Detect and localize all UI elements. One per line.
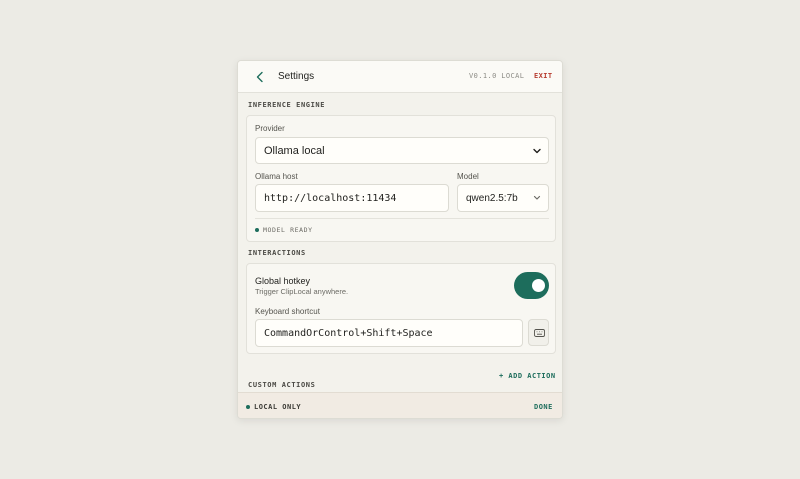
settings-header: Settings V0.1.0 LOCAL EXIT <box>238 61 562 93</box>
provider-select[interactable]: Ollama local <box>255 137 549 164</box>
chevron-left-icon <box>252 69 268 85</box>
provider-value: Ollama local <box>264 144 325 157</box>
version-label: V0.1.0 LOCAL <box>469 72 525 80</box>
settings-panel: Settings V0.1.0 LOCAL EXIT INFERENCE ENG… <box>237 60 563 419</box>
host-value: http://localhost:11434 <box>264 192 397 204</box>
chevron-down-icon <box>532 146 542 156</box>
exit-button[interactable]: EXIT <box>534 72 552 80</box>
done-button[interactable]: DONE <box>534 403 553 411</box>
toggle-knob <box>532 279 545 292</box>
interactions-card: Global hotkey Trigger ClipLocal anywhere… <box>246 263 556 354</box>
shortcut-input[interactable]: CommandOrControl+Shift+Space <box>255 319 523 347</box>
inference-card: Provider Ollama local Ollama host http:/… <box>246 115 556 242</box>
model-value: qwen2.5:7b <box>466 192 518 204</box>
model-status-text: MODEL READY <box>263 226 313 234</box>
back-button[interactable] <box>252 69 268 85</box>
hotkey-title: Global hotkey <box>255 276 311 286</box>
model-label: Model <box>457 172 479 181</box>
divider <box>255 218 549 219</box>
section-title-inference: INFERENCE ENGINE <box>248 101 326 109</box>
model-status: MODEL READY <box>255 226 313 234</box>
model-select[interactable]: qwen2.5:7b <box>457 184 549 212</box>
provider-label: Provider <box>255 124 285 133</box>
section-title-interactions: INTERACTIONS <box>248 249 306 257</box>
hotkey-subtitle: Trigger ClipLocal anywhere. <box>255 287 349 296</box>
shortcut-value: CommandOrControl+Shift+Space <box>264 327 433 339</box>
host-label: Ollama host <box>255 172 298 181</box>
record-shortcut-button[interactable] <box>528 319 549 346</box>
host-input[interactable]: http://localhost:11434 <box>255 184 449 212</box>
shortcut-label: Keyboard shortcut <box>255 307 320 316</box>
dot-icon <box>246 405 250 409</box>
section-title-custom-actions: CUSTOM ACTIONS <box>248 381 316 389</box>
add-action-button[interactable]: + ADD ACTION <box>499 372 556 380</box>
page-title: Settings <box>278 71 315 82</box>
dot-icon <box>255 228 259 232</box>
settings-footer: LOCAL ONLY DONE <box>238 392 562 418</box>
footer-status-text: LOCAL ONLY <box>254 403 302 411</box>
chevron-down-icon <box>532 193 542 203</box>
hotkey-toggle[interactable] <box>514 272 549 299</box>
footer-status: LOCAL ONLY <box>246 403 301 411</box>
